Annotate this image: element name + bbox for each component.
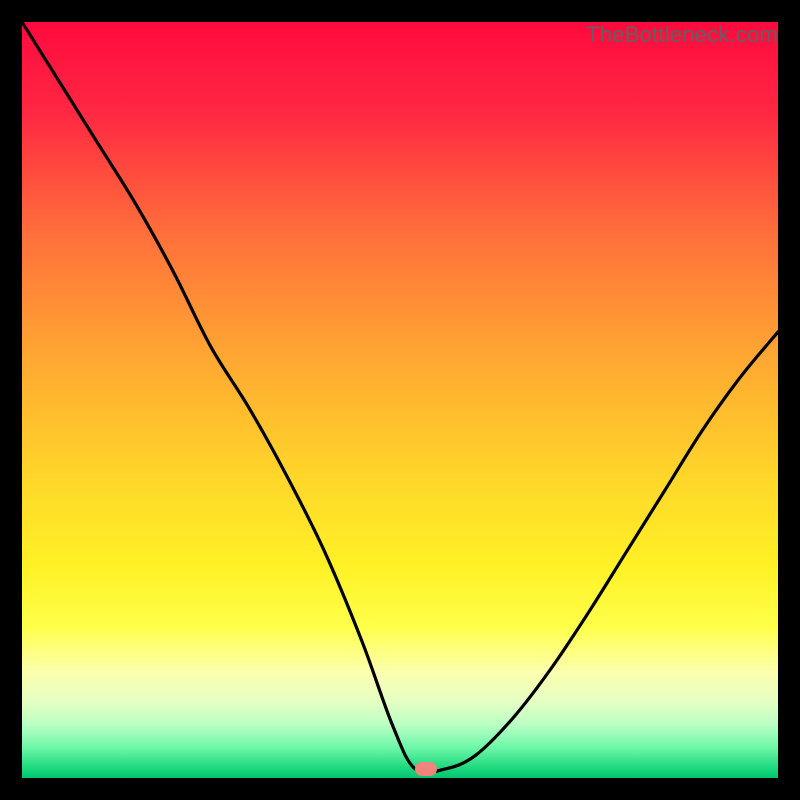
curve-layer [22, 22, 778, 778]
bottleneck-curve [22, 22, 778, 773]
optimal-point-marker [415, 762, 437, 776]
chart-frame: TheBottleneck.com [0, 0, 800, 800]
watermark-label: TheBottleneck.com [586, 22, 778, 48]
plot-area [22, 22, 778, 778]
